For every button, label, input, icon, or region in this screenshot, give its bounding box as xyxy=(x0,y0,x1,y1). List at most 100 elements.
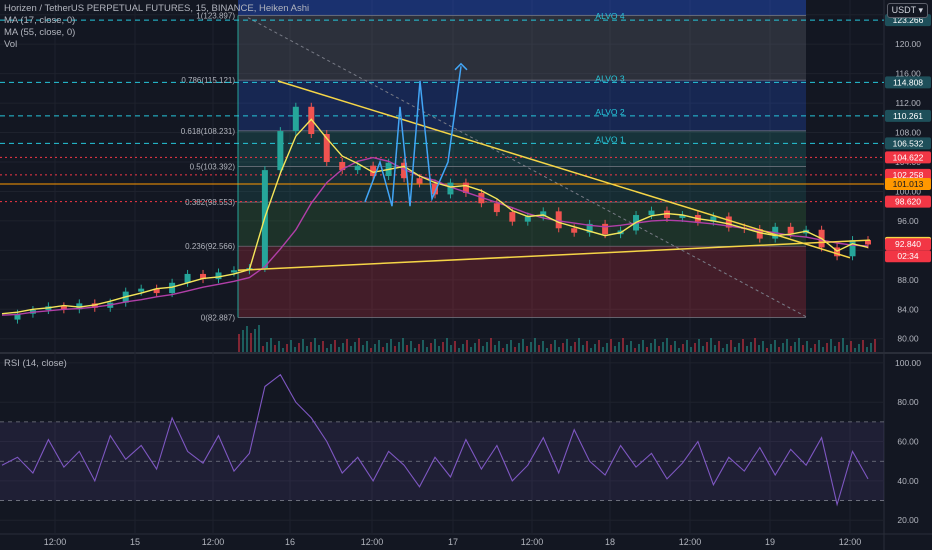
volume-bar xyxy=(706,342,708,352)
price-badge: 98.620 xyxy=(895,197,921,207)
volume-bar xyxy=(314,338,316,352)
volume-bar xyxy=(754,338,756,352)
ma55-legend[interactable]: MA (55, close, 0) xyxy=(4,27,75,39)
price-badge: 106.532 xyxy=(893,138,924,148)
volume-bar xyxy=(438,346,440,352)
candle-body xyxy=(308,106,315,135)
volume-bar xyxy=(562,343,564,352)
x-tick-label: 12:00 xyxy=(202,537,225,547)
volume-bar xyxy=(410,341,412,352)
volume-bar xyxy=(426,347,428,352)
volume-bar xyxy=(798,338,800,352)
volume-bar xyxy=(694,343,696,352)
volume-bar xyxy=(866,347,868,352)
volume-bar xyxy=(254,329,256,352)
currency-selector[interactable]: USDT ▾ xyxy=(886,3,928,18)
x-tick-label: 17 xyxy=(448,537,458,547)
fib-level-label: 0(82.887) xyxy=(201,313,236,322)
fib-zone xyxy=(238,202,806,247)
candle-body xyxy=(524,216,531,222)
x-tick-label: 12:00 xyxy=(361,537,384,547)
volume-bar xyxy=(310,342,312,352)
volume-bar xyxy=(338,347,340,352)
y-tick-label: 80.00 xyxy=(897,334,919,344)
volume-bar xyxy=(806,341,808,352)
y-tick-label: 112.00 xyxy=(895,98,921,108)
volume-bar xyxy=(494,345,496,352)
volume-bar xyxy=(626,345,628,352)
volume-bar xyxy=(818,340,820,352)
volume-bar xyxy=(534,338,536,352)
rsi-tick-label: 40.00 xyxy=(897,476,919,486)
volume-bar xyxy=(826,343,828,352)
y-tick-label: 120.00 xyxy=(895,39,921,49)
countdown-label: 02:34 xyxy=(897,251,919,261)
volume-bar xyxy=(442,342,444,352)
volume-bar xyxy=(850,341,852,352)
chart-title: Horizen / TetherUS PERPETUAL FUTURES, 15… xyxy=(4,3,310,14)
volume-bar xyxy=(462,344,464,352)
candle-body xyxy=(849,240,856,257)
fib-level-label: 0.618(108.231) xyxy=(181,127,236,136)
volume-bar xyxy=(518,343,520,352)
y-tick-label: 96.00 xyxy=(897,216,919,226)
volume-bar xyxy=(622,338,624,352)
candle-body xyxy=(184,273,191,283)
volume-bar xyxy=(802,345,804,352)
volume-bar xyxy=(722,348,724,352)
candle-body xyxy=(493,203,500,213)
candle-body xyxy=(416,178,423,184)
volume-legend[interactable]: Vol xyxy=(4,39,17,51)
volume-bar xyxy=(714,345,716,352)
volume-bar xyxy=(854,348,856,352)
rsi-legend[interactable]: RSI (14, close) xyxy=(4,358,67,370)
volume-bar xyxy=(246,326,248,352)
volume-bar xyxy=(646,347,648,352)
candle-body xyxy=(602,223,609,235)
chart-canvas[interactable]: 12:00 15 12:00 16 12:00 17 12:00 18 12:00 19 12:00… xyxy=(0,0,932,550)
volume-bar xyxy=(446,338,448,352)
volume-bar xyxy=(846,345,848,352)
volume-bar xyxy=(278,341,280,352)
ma17-legend[interactable]: MA (17, close, 0) xyxy=(4,15,75,27)
volume-bar xyxy=(498,341,500,352)
volume-bar xyxy=(778,347,780,352)
x-tick-label: 12:00 xyxy=(521,537,544,547)
volume-bar xyxy=(838,342,840,352)
volume-bar xyxy=(298,343,300,352)
volume-bar xyxy=(302,339,304,352)
candle-body xyxy=(277,131,284,171)
volume-bar xyxy=(510,340,512,352)
volume-bar xyxy=(842,338,844,352)
volume-bar xyxy=(434,339,436,352)
volume-bar xyxy=(530,342,532,352)
price-badge: 114.808 xyxy=(893,77,923,87)
volume-bar xyxy=(266,342,268,352)
x-tick-label: 12:00 xyxy=(839,537,862,547)
volume-bar xyxy=(354,342,356,352)
volume-bar xyxy=(374,344,376,352)
volume-bar xyxy=(738,343,740,352)
volume-bar xyxy=(858,344,860,352)
volume-bar xyxy=(506,344,508,352)
volume-bar xyxy=(598,340,600,352)
candle-body xyxy=(571,228,578,233)
volume-bar xyxy=(654,339,656,352)
volume-bar xyxy=(610,339,612,352)
volume-bar xyxy=(586,341,588,352)
volume-bar xyxy=(294,347,296,352)
volume-bar xyxy=(830,339,832,352)
volume-bar xyxy=(318,345,320,352)
volume-bar xyxy=(570,346,572,352)
volume-bar xyxy=(650,343,652,352)
volume-bar xyxy=(822,347,824,352)
volume-bar xyxy=(870,343,872,352)
candle-body xyxy=(648,210,655,216)
volume-bar xyxy=(490,338,492,352)
volume-bar xyxy=(274,345,276,352)
volume-bar xyxy=(430,343,432,352)
candle-body xyxy=(509,212,516,222)
volume-bar xyxy=(862,340,864,352)
volume-bar xyxy=(486,342,488,352)
volume-bar xyxy=(466,340,468,352)
